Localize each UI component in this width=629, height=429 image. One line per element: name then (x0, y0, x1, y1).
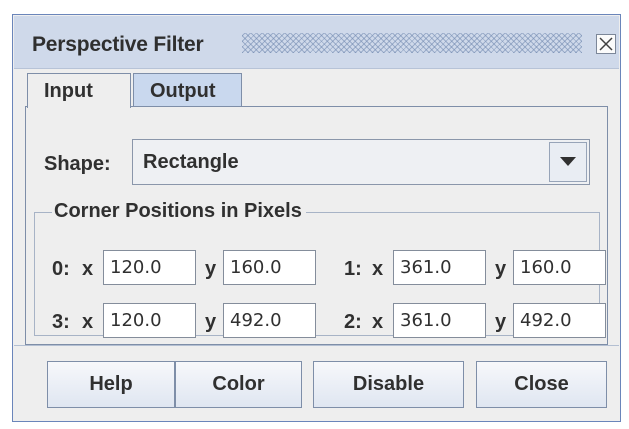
tab-output-label: Output (150, 80, 216, 102)
window-title: Perspective Filter (32, 33, 204, 56)
corner-2-label: 2: (344, 311, 362, 333)
corner-0-label: 0: (52, 258, 70, 280)
dropdown-arrow-button[interactable] (549, 142, 587, 182)
disable-button[interactable]: Disable (313, 361, 464, 408)
close-window-button[interactable] (596, 34, 616, 54)
button-bar: Help Color Disable Close (14, 345, 619, 422)
corner-1-x-label: x (372, 258, 384, 280)
corner-3-y-field[interactable]: 492.0 (223, 303, 316, 338)
corner-1-y-label: y (495, 258, 507, 280)
tab-input[interactable]: Input (27, 73, 131, 108)
corner-2-x-label: x (372, 311, 384, 333)
tab-input-label: Input (44, 80, 93, 102)
corner-2-x-field[interactable]: 361.0 (393, 303, 486, 338)
corner-3-label: 3: (52, 311, 70, 333)
shape-dropdown[interactable]: Rectangle (132, 139, 590, 185)
chevron-down-icon (560, 157, 576, 166)
corner-0-y-field[interactable]: 160.0 (223, 250, 316, 285)
corner-3-y-label: y (205, 311, 217, 333)
input-tab-panel: Shape: Rectangle Corner Positions in Pix… (25, 106, 608, 345)
corner-positions-legend: Corner Positions in Pixels (52, 200, 306, 223)
shape-label: Shape: (44, 153, 111, 175)
help-button[interactable]: Help (47, 361, 175, 408)
corner-2-y-label: y (495, 311, 507, 333)
corner-1-label: 1: (344, 258, 362, 280)
corner-1-x-field[interactable]: 361.0 (393, 250, 486, 285)
perspective-filter-dialog: Perspective Filter Input Output Shape: R… (12, 14, 621, 422)
corner-0-y-label: y (205, 258, 217, 280)
close-button[interactable]: Close (476, 361, 607, 408)
tab-output[interactable]: Output (133, 73, 242, 107)
corner-0-x-field[interactable]: 120.0 (103, 250, 196, 285)
corner-0-x-label: x (82, 258, 94, 280)
corner-2-y-field[interactable]: 492.0 (513, 303, 606, 338)
corner-1-y-field[interactable]: 160.0 (513, 250, 606, 285)
title-bar[interactable]: Perspective Filter (14, 16, 619, 69)
corner-3-x-field[interactable]: 120.0 (103, 303, 196, 338)
corner-3-x-label: x (82, 311, 94, 333)
close-icon (599, 37, 613, 51)
shape-selected-value: Rectangle (143, 151, 239, 173)
title-bar-grip (242, 33, 582, 53)
color-button[interactable]: Color (175, 361, 302, 408)
